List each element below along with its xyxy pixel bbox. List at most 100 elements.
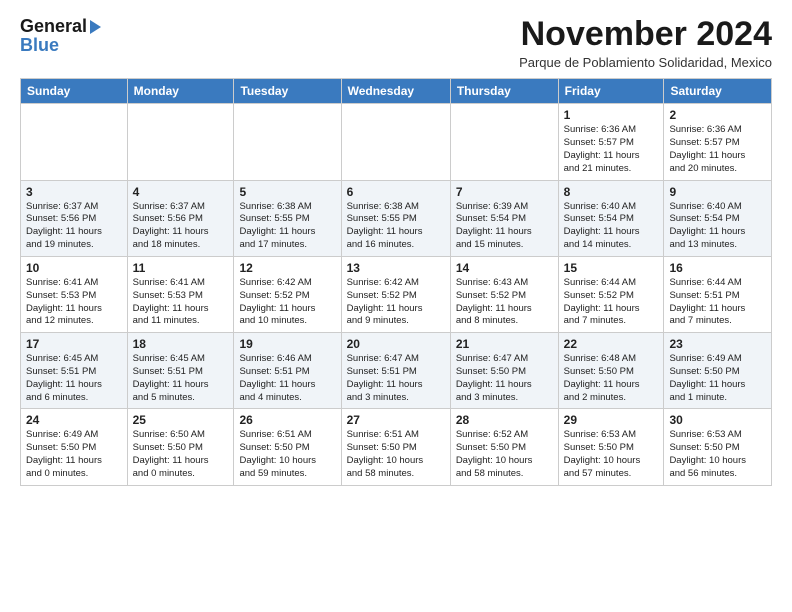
header: General Blue November 2024 Parque de Pob… [20, 16, 772, 70]
calendar-cell: 9 Sunrise: 6:40 AM Sunset: 5:54 PM Daylig… [664, 180, 772, 256]
day-number: 4 [133, 185, 229, 199]
day-number: 11 [133, 261, 229, 275]
day-number: 20 [347, 337, 445, 351]
calendar-week-row: 10Sunrise: 6:41 AM Sunset: 5:53 PM Dayli… [21, 256, 772, 332]
day-info: Sunrise: 6:51 AM Sunset: 5:50 PM Dayligh… [239, 429, 335, 480]
day-number: 25 [133, 413, 229, 427]
calendar-cell: 4Sunrise: 6:37 AM Sunset: 5:56 PM Daylig… [127, 180, 234, 256]
calendar-cell: 13 Sunrise: 6:42 AM Sunset: 5:52 PM Dayli… [341, 256, 450, 332]
calendar-cell: 6 Sunrise: 6:38 AM Sunset: 5:55 PM Daylig… [341, 180, 450, 256]
calendar-cell: 14 Sunrise: 6:43 AM Sunset: 5:52 PM Dayli… [450, 256, 558, 332]
calendar-cell: 21 Sunrise: 6:47 AM Sunset: 5:50 PM Dayli… [450, 333, 558, 409]
calendar-cell [21, 104, 128, 180]
calendar-cell: 23Sunrise: 6:49 AM Sunset: 5:50 PM Dayli… [664, 333, 772, 409]
header-wednesday: Wednesday [341, 79, 450, 104]
day-number: 7 [456, 185, 553, 199]
title-block: November 2024 Parque de Poblamiento Soli… [519, 16, 772, 70]
day-info: Sunrise: 6:43 AM Sunset: 5:52 PM Dayligh… [456, 277, 553, 328]
calendar-cell: 17 Sunrise: 6:45 AM Sunset: 5:51 PM Dayli… [21, 333, 128, 409]
day-number: 30 [669, 413, 766, 427]
day-info: Sunrise: 6:52 AM Sunset: 5:50 PM Dayligh… [456, 429, 553, 480]
calendar-week-row: 3Sunrise: 6:37 AM Sunset: 5:56 PM Daylig… [21, 180, 772, 256]
day-number: 8 [564, 185, 659, 199]
day-info: Sunrise: 6:53 AM Sunset: 5:50 PM Dayligh… [564, 429, 659, 480]
day-number: 29 [564, 413, 659, 427]
calendar-cell: 16 Sunrise: 6:44 AM Sunset: 5:51 PM Dayli… [664, 256, 772, 332]
day-number: 21 [456, 337, 553, 351]
day-info: Sunrise: 6:53 AM Sunset: 5:50 PM Dayligh… [669, 429, 766, 480]
day-number: 15 [564, 261, 659, 275]
day-number: 26 [239, 413, 335, 427]
day-number: 6 [347, 185, 445, 199]
header-thursday: Thursday [450, 79, 558, 104]
day-info: Sunrise: 6:40 AM Sunset: 5:54 PM Dayligh… [669, 201, 766, 252]
day-info: Sunrise: 6:38 AM Sunset: 5:55 PM Dayligh… [239, 201, 335, 252]
day-info: Sunrise: 6:42 AM Sunset: 5:52 PM Dayligh… [347, 277, 445, 328]
header-monday: Monday [127, 79, 234, 104]
calendar-week-row: 24 Sunrise: 6:49 AM Sunset: 5:50 PM Dayli… [21, 409, 772, 485]
calendar-cell: 2 Sunrise: 6:36 AM Sunset: 5:57 PM Daylig… [664, 104, 772, 180]
day-number: 2 [669, 108, 766, 122]
day-number: 24 [26, 413, 122, 427]
day-info: Sunrise: 6:46 AM Sunset: 5:51 PM Dayligh… [239, 353, 335, 404]
day-info: Sunrise: 6:45 AM Sunset: 5:51 PM Dayligh… [26, 353, 122, 404]
day-number: 12 [239, 261, 335, 275]
header-tuesday: Tuesday [234, 79, 341, 104]
day-info: Sunrise: 6:49 AM Sunset: 5:50 PM Dayligh… [669, 353, 766, 404]
day-info: Sunrise: 6:47 AM Sunset: 5:51 PM Dayligh… [347, 353, 445, 404]
calendar-cell: 10Sunrise: 6:41 AM Sunset: 5:53 PM Dayli… [21, 256, 128, 332]
day-info: Sunrise: 6:40 AM Sunset: 5:54 PM Dayligh… [564, 201, 659, 252]
calendar-cell: 26 Sunrise: 6:51 AM Sunset: 5:50 PM Dayli… [234, 409, 341, 485]
logo: General Blue [20, 16, 101, 55]
day-number: 17 [26, 337, 122, 351]
logo-blue: Blue [20, 35, 101, 56]
day-number: 13 [347, 261, 445, 275]
calendar-cell: 1Sunrise: 6:36 AM Sunset: 5:57 PM Daylig… [558, 104, 664, 180]
calendar-cell: 22Sunrise: 6:48 AM Sunset: 5:50 PM Dayli… [558, 333, 664, 409]
header-saturday: Saturday [664, 79, 772, 104]
calendar-cell: 30 Sunrise: 6:53 AM Sunset: 5:50 PM Dayli… [664, 409, 772, 485]
calendar-cell: 28 Sunrise: 6:52 AM Sunset: 5:50 PM Dayli… [450, 409, 558, 485]
calendar-cell: 29 Sunrise: 6:53 AM Sunset: 5:50 PM Dayli… [558, 409, 664, 485]
logo-text-block: General Blue [20, 16, 101, 55]
day-info: Sunrise: 6:49 AM Sunset: 5:50 PM Dayligh… [26, 429, 122, 480]
day-number: 1 [564, 108, 659, 122]
day-number: 19 [239, 337, 335, 351]
calendar-cell [341, 104, 450, 180]
header-sunday: Sunday [21, 79, 128, 104]
calendar-cell [234, 104, 341, 180]
day-info: Sunrise: 6:36 AM Sunset: 5:57 PM Dayligh… [669, 124, 766, 175]
calendar-cell: 18 Sunrise: 6:45 AM Sunset: 5:51 PM Dayli… [127, 333, 234, 409]
subtitle: Parque de Poblamiento Solidaridad, Mexic… [519, 55, 772, 70]
calendar-table: Sunday Monday Tuesday Wednesday Thursday… [20, 78, 772, 485]
logo-text: General [20, 16, 101, 37]
calendar-cell [450, 104, 558, 180]
calendar-cell: 11Sunrise: 6:41 AM Sunset: 5:53 PM Dayli… [127, 256, 234, 332]
calendar-cell: 15 Sunrise: 6:44 AM Sunset: 5:52 PM Dayli… [558, 256, 664, 332]
day-number: 9 [669, 185, 766, 199]
calendar-cell [127, 104, 234, 180]
day-number: 5 [239, 185, 335, 199]
calendar-cell: 20 Sunrise: 6:47 AM Sunset: 5:51 PM Dayli… [341, 333, 450, 409]
day-number: 18 [133, 337, 229, 351]
calendar-cell: 12Sunrise: 6:42 AM Sunset: 5:52 PM Dayli… [234, 256, 341, 332]
day-info: Sunrise: 6:51 AM Sunset: 5:50 PM Dayligh… [347, 429, 445, 480]
day-info: Sunrise: 6:47 AM Sunset: 5:50 PM Dayligh… [456, 353, 553, 404]
day-info: Sunrise: 6:44 AM Sunset: 5:51 PM Dayligh… [669, 277, 766, 328]
calendar-week-row: 1 Sunrise: 6:36 AM Sunset: 5:57 PM Daylig… [21, 104, 772, 180]
day-number: 28 [456, 413, 553, 427]
day-info: Sunrise: 6:50 AM Sunset: 5:50 PM Dayligh… [133, 429, 229, 480]
day-info: Sunrise: 6:45 AM Sunset: 5:51 PM Dayligh… [133, 353, 229, 404]
calendar-header-row: Sunday Monday Tuesday Wednesday Thursday… [21, 79, 772, 104]
day-number: 3 [26, 185, 122, 199]
day-info: Sunrise: 6:44 AM Sunset: 5:52 PM Dayligh… [564, 277, 659, 328]
day-number: 14 [456, 261, 553, 275]
day-info: Sunrise: 6:39 AM Sunset: 5:54 PM Dayligh… [456, 201, 553, 252]
day-number: 16 [669, 261, 766, 275]
day-number: 27 [347, 413, 445, 427]
header-friday: Friday [558, 79, 664, 104]
calendar-cell: 27 Sunrise: 6:51 AM Sunset: 5:50 PM Dayli… [341, 409, 450, 485]
calendar-cell: 3Sunrise: 6:37 AM Sunset: 5:56 PM Daylig… [21, 180, 128, 256]
calendar-cell: 24 Sunrise: 6:49 AM Sunset: 5:50 PM Dayli… [21, 409, 128, 485]
day-info: Sunrise: 6:38 AM Sunset: 5:55 PM Dayligh… [347, 201, 445, 252]
